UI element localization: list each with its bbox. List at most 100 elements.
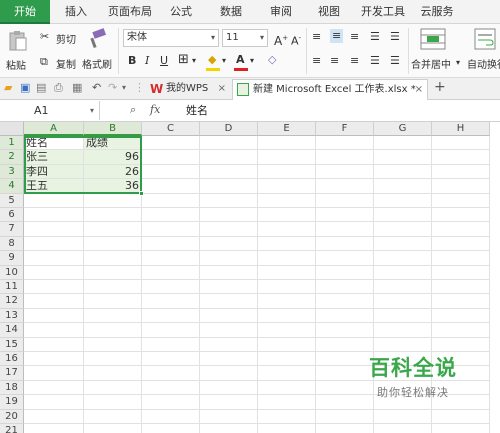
cell-f1[interactable] xyxy=(316,136,374,151)
align-left-icon[interactable]: ≡ xyxy=(312,54,321,68)
cell-h13[interactable] xyxy=(432,308,490,324)
row-header-9[interactable]: 9 xyxy=(0,251,24,266)
cell-d21[interactable] xyxy=(200,424,258,433)
cell-d11[interactable] xyxy=(200,280,258,295)
cell-a12[interactable] xyxy=(24,294,84,309)
tab-review[interactable]: 审阅 xyxy=(262,0,300,24)
wrap-text-icon[interactable] xyxy=(474,28,496,50)
cell-h14[interactable] xyxy=(432,323,490,338)
cell-c16[interactable] xyxy=(142,352,200,367)
cell-e9[interactable] xyxy=(258,251,316,266)
cell-c10[interactable] xyxy=(142,265,200,280)
tab-formulas[interactable]: 公式 xyxy=(162,0,200,24)
cell-a2[interactable]: 张三 xyxy=(24,150,84,165)
row-header-19[interactable]: 19 xyxy=(0,395,24,410)
column-header-g[interactable]: G xyxy=(374,122,432,136)
outdent-icon[interactable]: ☰ xyxy=(390,30,400,44)
tab-my-wps[interactable]: W 我的WPS × xyxy=(146,79,230,100)
cell-a20[interactable] xyxy=(24,409,84,424)
chevron-down-icon[interactable]: ▾ xyxy=(122,81,126,95)
cell-b4[interactable]: 36 xyxy=(84,179,142,194)
open-folder-icon[interactable]: ▰ xyxy=(4,81,12,95)
cell-e15[interactable] xyxy=(258,337,316,352)
cell-e4[interactable] xyxy=(258,179,316,194)
cell-f7[interactable] xyxy=(316,222,374,237)
chevron-down-icon[interactable]: ▾ xyxy=(250,54,254,68)
cell-a4[interactable]: 王五 xyxy=(24,179,84,194)
cell-e19[interactable] xyxy=(258,395,316,410)
cell-f11[interactable] xyxy=(316,280,374,295)
cell-e5[interactable] xyxy=(258,193,316,208)
chevron-down-icon[interactable]: ▾ xyxy=(192,54,196,68)
cell-g11[interactable] xyxy=(374,280,432,295)
cell-b13[interactable] xyxy=(84,308,142,324)
cell-c1[interactable] xyxy=(142,136,200,151)
cell-e20[interactable] xyxy=(258,409,316,424)
cell-g15[interactable] xyxy=(374,337,432,352)
cell-g1[interactable] xyxy=(374,136,432,151)
italic-icon[interactable]: I xyxy=(145,54,149,68)
clear-format-icon[interactable]: ◇ xyxy=(268,53,276,67)
cell-e21[interactable] xyxy=(258,424,316,433)
cell-d17[interactable] xyxy=(200,366,258,381)
row-header-15[interactable]: 15 xyxy=(0,337,24,352)
cell-f9[interactable] xyxy=(316,251,374,266)
cell-f21[interactable] xyxy=(316,424,374,433)
tab-page-layout[interactable]: 页面布局 xyxy=(102,0,158,24)
cell-f2[interactable] xyxy=(316,150,374,165)
cell-f13[interactable] xyxy=(316,308,374,324)
cell-e6[interactable] xyxy=(258,208,316,223)
font-name-select[interactable]: 宋体 ▾ xyxy=(123,29,219,47)
name-box[interactable]: A1 xyxy=(0,101,100,120)
row-header-2[interactable]: 2 xyxy=(0,150,24,165)
cell-h11[interactable] xyxy=(432,280,490,295)
row-header-8[interactable]: 8 xyxy=(0,236,24,252)
column-header-d[interactable]: D xyxy=(200,122,258,136)
justify-icon[interactable]: ☰ xyxy=(370,54,380,68)
cell-h10[interactable] xyxy=(432,265,490,280)
cell-g10[interactable] xyxy=(374,265,432,280)
cell-e14[interactable] xyxy=(258,323,316,338)
cell-d3[interactable] xyxy=(200,164,258,180)
row-header-16[interactable]: 16 xyxy=(0,352,24,367)
cell-e12[interactable] xyxy=(258,294,316,309)
bold-icon[interactable]: B xyxy=(128,54,136,68)
tab-insert[interactable]: 插入 xyxy=(56,0,96,24)
cell-e10[interactable] xyxy=(258,265,316,280)
cell-b8[interactable] xyxy=(84,236,142,252)
tab-data[interactable]: 数据 xyxy=(212,0,250,24)
cell-c14[interactable] xyxy=(142,323,200,338)
font-grow-icon[interactable]: A+ xyxy=(274,31,288,48)
cell-c15[interactable] xyxy=(142,337,200,352)
cell-a21[interactable] xyxy=(24,424,84,433)
cell-a3[interactable]: 李四 xyxy=(24,164,84,180)
wrap-text-button[interactable]: 自动换行 xyxy=(467,56,500,71)
print-icon[interactable]: ⎙ xyxy=(54,81,63,95)
cell-d14[interactable] xyxy=(200,323,258,338)
border-icon[interactable]: ⊞ xyxy=(178,53,189,67)
export-icon[interactable]: ▤ xyxy=(36,81,46,95)
cell-h12[interactable] xyxy=(432,294,490,309)
cell-d2[interactable] xyxy=(200,150,258,165)
cell-a15[interactable] xyxy=(24,337,84,352)
cell-h2[interactable] xyxy=(432,150,490,165)
indent-icon[interactable]: ☰ xyxy=(370,30,380,44)
paste-icon[interactable] xyxy=(8,30,28,52)
cell-h8[interactable] xyxy=(432,236,490,252)
cell-a19[interactable] xyxy=(24,395,84,410)
row-header-18[interactable]: 18 xyxy=(0,380,24,396)
cell-e18[interactable] xyxy=(258,380,316,396)
merge-center-icon[interactable] xyxy=(420,28,446,50)
cell-e17[interactable] xyxy=(258,366,316,381)
underline-icon[interactable]: U xyxy=(160,54,168,68)
cell-h3[interactable] xyxy=(432,164,490,180)
cell-d16[interactable] xyxy=(200,352,258,367)
cell-b17[interactable] xyxy=(84,366,142,381)
cell-g9[interactable] xyxy=(374,251,432,266)
cell-d13[interactable] xyxy=(200,308,258,324)
column-header-h[interactable]: H xyxy=(432,122,490,136)
cell-f20[interactable] xyxy=(316,409,374,424)
cell-c21[interactable] xyxy=(142,424,200,433)
cell-a9[interactable] xyxy=(24,251,84,266)
row-header-17[interactable]: 17 xyxy=(0,366,24,381)
